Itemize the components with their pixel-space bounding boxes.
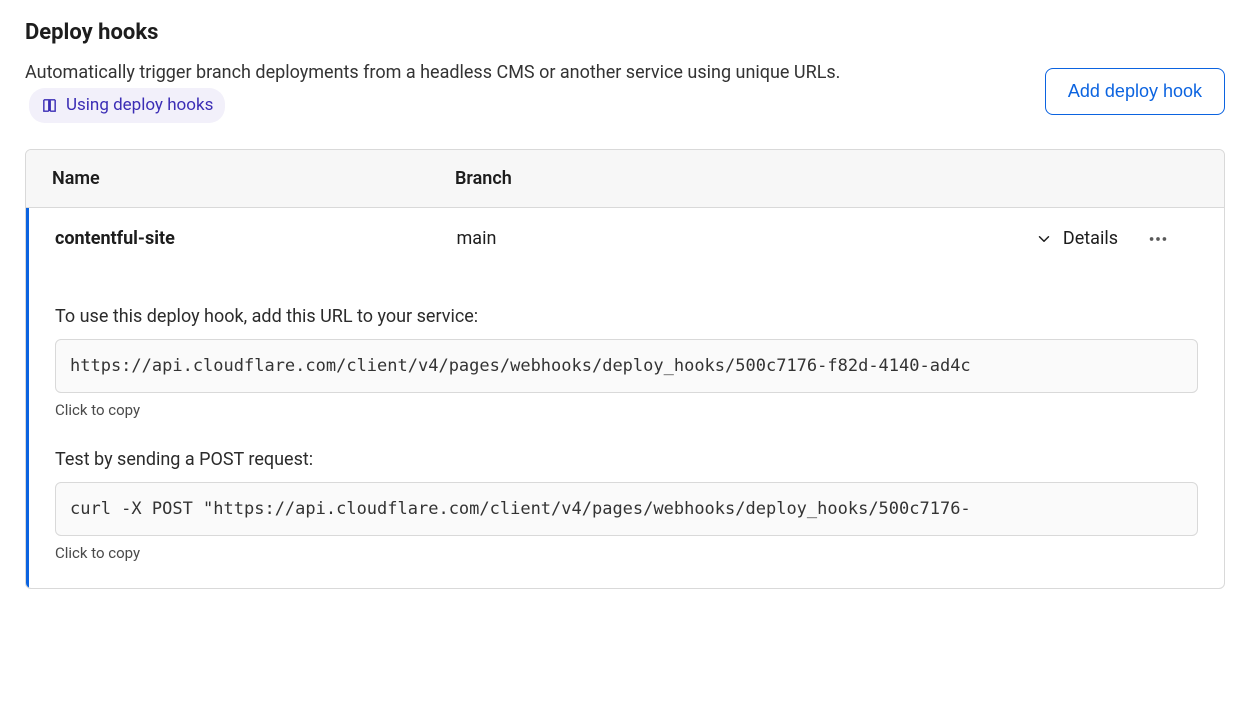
hook-name: contentful-site: [55, 228, 457, 249]
book-icon: [41, 97, 58, 114]
table-header: Name Branch: [26, 150, 1224, 208]
section-description-text: Automatically trigger branch deployments…: [25, 62, 840, 83]
section-title: Deploy hooks: [25, 20, 1021, 45]
ellipsis-icon: [1147, 228, 1169, 250]
table-row-expanded: contentful-site main Details To use this…: [26, 208, 1224, 588]
deploy-hooks-table: Name Branch contentful-site main Details…: [25, 149, 1225, 589]
hook-url-hint: Click to copy: [55, 401, 1198, 419]
table-row: contentful-site main Details: [29, 208, 1224, 270]
hook-test-value[interactable]: curl -X POST "https://api.cloudflare.com…: [55, 482, 1198, 536]
add-deploy-hook-button[interactable]: Add deploy hook: [1045, 68, 1225, 115]
hook-branch: main: [457, 228, 859, 249]
hook-test-label: Test by sending a POST request:: [55, 449, 1198, 470]
hook-url-value[interactable]: https://api.cloudflare.com/client/v4/pag…: [55, 339, 1198, 393]
details-toggle[interactable]: Details: [858, 228, 1118, 249]
chevron-down-icon: [1035, 230, 1053, 248]
section-description: Automatically trigger branch deployments…: [25, 59, 1021, 123]
docs-link-label: Using deploy hooks: [66, 92, 213, 119]
more-actions-button[interactable]: [1118, 228, 1198, 250]
details-toggle-label: Details: [1063, 228, 1118, 249]
hook-url-label: To use this deploy hook, add this URL to…: [55, 306, 1198, 327]
table-header-name: Name: [52, 168, 455, 189]
table-header-branch: Branch: [455, 168, 858, 189]
docs-link-badge[interactable]: Using deploy hooks: [29, 88, 225, 123]
hook-test-hint: Click to copy: [55, 544, 1198, 562]
hook-details-panel: To use this deploy hook, add this URL to…: [29, 270, 1224, 588]
